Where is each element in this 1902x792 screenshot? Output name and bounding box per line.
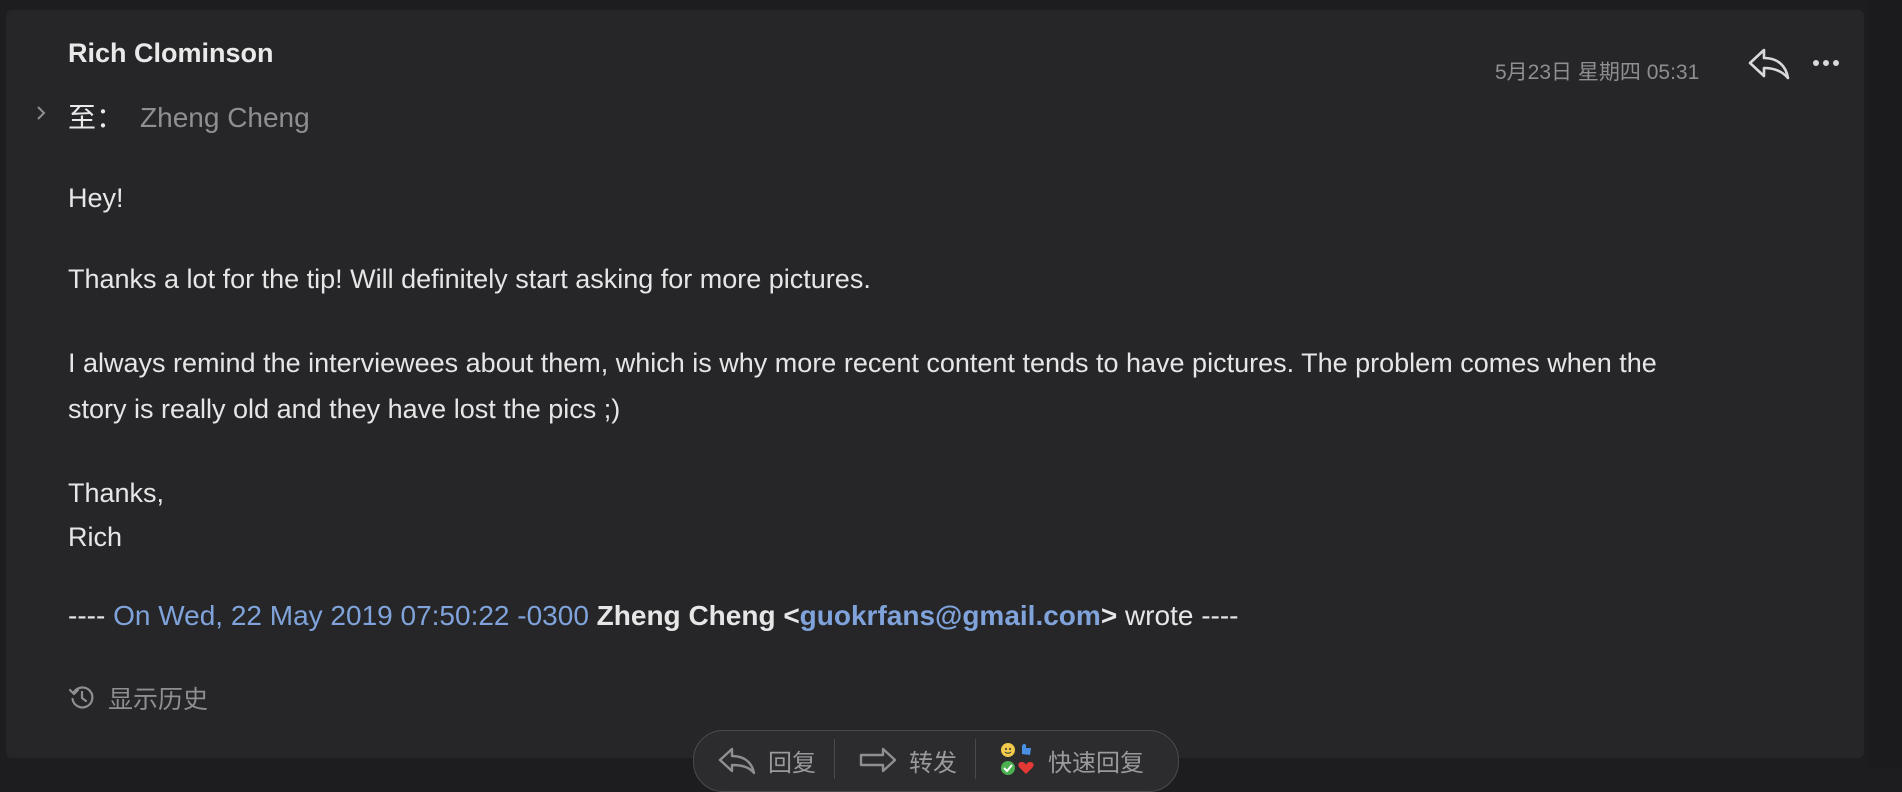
reply-action-button[interactable]: 回复 — [694, 731, 834, 785]
more-options-button[interactable] — [1806, 46, 1846, 80]
quick-reply-label: 快速回复 — [1048, 749, 1144, 777]
body-paragraph-2-line-1: I always remind the interviewees about t… — [68, 348, 1657, 378]
reply-icon — [718, 747, 756, 775]
forward-action-button[interactable]: 转发 — [835, 731, 975, 785]
reply-icon — [1748, 48, 1790, 80]
window-edge — [1868, 0, 1902, 768]
quote-date: On Wed, 22 May 2019 07:50:22 -0300 — [113, 600, 589, 631]
history-icon — [68, 686, 94, 709]
recipients-row: 至： Zheng Cheng — [68, 96, 310, 136]
body-signoff: Thanks, — [68, 478, 165, 508]
quote-email-link[interactable]: guokrfans@gmail.com — [800, 600, 1101, 631]
expand-recipients-toggle[interactable] — [30, 102, 52, 124]
chevron-right-icon — [37, 106, 46, 120]
quote-author: Zheng Cheng < — [596, 600, 800, 631]
to-label: 至： — [68, 102, 125, 133]
show-history-label: 显示历史 — [108, 686, 209, 714]
ellipsis-icon — [1813, 60, 1839, 66]
body-paragraph-1: Thanks a lot for the tip! Will definitel… — [68, 264, 871, 294]
quick-reply-action-button[interactable]: 快速回复 — [976, 731, 1178, 785]
body-greeting: Hey! — [68, 183, 124, 213]
forward-icon — [859, 747, 897, 773]
show-history-button[interactable]: 显示历史 — [68, 680, 208, 716]
reply-label: 回复 — [768, 749, 816, 777]
quote-suffix: wrote ---- — [1124, 600, 1239, 631]
quote-author-close: > — [1100, 600, 1118, 631]
quoted-header: ---- On Wed, 22 May 2019 07:50:22 -0300 … — [68, 600, 1239, 632]
sender-name: Rich Clominson — [68, 38, 274, 68]
body-paragraph-2-line-2: story is really old and they have lost t… — [68, 394, 621, 424]
email-message-card: Rich Clominson 5月23日 星期四 05:31 至： Zheng C… — [6, 10, 1864, 758]
recipient-name[interactable]: Zheng Cheng — [140, 102, 310, 133]
forward-label: 转发 — [909, 749, 957, 777]
quote-prefix: ---- — [68, 600, 106, 631]
body-signature: Rich — [68, 522, 123, 552]
reply-button[interactable] — [1746, 44, 1792, 84]
reply-action-bar: 回复 转发 快速回复 — [693, 730, 1179, 792]
message-date: 5月23日 星期四 05:31 — [1495, 61, 1700, 84]
emoji-reactions-icon — [1001, 743, 1034, 775]
